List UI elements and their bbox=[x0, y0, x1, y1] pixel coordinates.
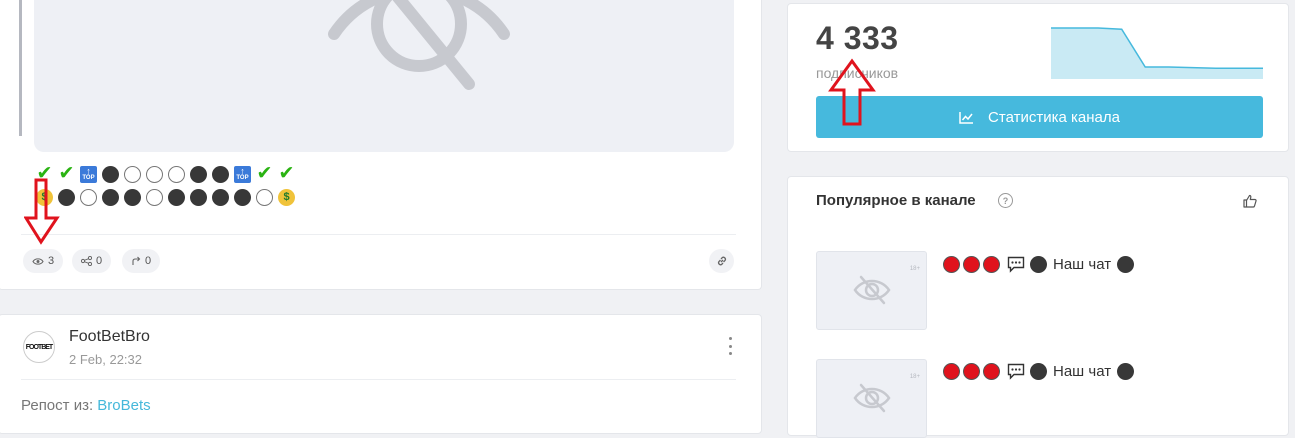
quote-bar bbox=[19, 0, 22, 136]
black-circle-emoji bbox=[1117, 255, 1135, 273]
emoji-row-1: ✔ ✔ ↑ TOP ↑ TOP ✔ ✔ bbox=[34, 163, 297, 184]
red-circle-emoji bbox=[983, 255, 1000, 273]
red-circle-emoji bbox=[943, 255, 960, 273]
thumbs-up-icon[interactable] bbox=[1243, 194, 1257, 208]
link-icon bbox=[717, 256, 726, 266]
shares-counter[interactable]: 0 bbox=[72, 249, 112, 273]
check-mark-emoji: ✔ bbox=[256, 163, 273, 184]
views-count: 3 bbox=[48, 255, 55, 267]
check-mark-emoji: ✔ bbox=[278, 163, 295, 184]
channel-avatar[interactable]: FOOTBET bbox=[23, 331, 55, 363]
avatar-text: FOOTBET bbox=[25, 343, 53, 351]
black-circle-emoji bbox=[190, 165, 207, 183]
eye-icon bbox=[32, 257, 44, 265]
eye-slash-icon bbox=[328, 0, 510, 90]
post-card-2: FOOTBET FootBetBro 2 Feb, 22:32 Репост и… bbox=[0, 314, 762, 434]
white-circle-emoji bbox=[168, 165, 185, 183]
top-arrow-emoji: ↑ TOP bbox=[80, 165, 97, 183]
popular-item-thumbnail[interactable]: 18+ bbox=[816, 251, 927, 330]
repost-label: Репост из: bbox=[21, 397, 94, 414]
eye-slash-icon bbox=[853, 383, 891, 413]
reposts-count: 0 bbox=[145, 255, 152, 267]
help-icon[interactable]: ? bbox=[998, 193, 1013, 208]
copy-link-button[interactable] bbox=[709, 249, 734, 273]
subscribers-count: 4 333 bbox=[816, 20, 899, 56]
age-badge: 18+ bbox=[909, 266, 920, 272]
reposts-counter[interactable]: 0 bbox=[122, 249, 161, 273]
popular-item-text[interactable]: Наш чат bbox=[943, 361, 1135, 381]
speech-bubble-icon bbox=[1007, 256, 1025, 273]
popular-in-channel-card: Популярное в канале ? 18+ Наш чат 18+ На… bbox=[787, 176, 1289, 438]
forward-icon bbox=[132, 256, 141, 265]
black-circle-emoji bbox=[234, 188, 251, 206]
channel-stats-button[interactable]: Статистика канала bbox=[816, 96, 1263, 138]
black-circle-emoji bbox=[1030, 362, 1047, 380]
popular-title: Популярное в канале bbox=[816, 192, 976, 209]
emoji-row-2: $ $ bbox=[34, 188, 297, 206]
popular-item-thumbnail[interactable]: 18+ bbox=[816, 359, 927, 438]
popular-item-label: Наш чат bbox=[1053, 255, 1112, 273]
red-circle-emoji bbox=[963, 362, 980, 380]
red-circle-emoji bbox=[943, 362, 960, 380]
repost-line: Репост из: BroBets bbox=[21, 397, 151, 414]
annotation-arrow-up-icon bbox=[828, 58, 876, 126]
top-arrow-emoji: ↑ TOP bbox=[234, 165, 251, 183]
divider bbox=[21, 379, 736, 380]
white-circle-emoji bbox=[124, 165, 141, 183]
red-circle-emoji bbox=[963, 255, 980, 273]
hidden-media-placeholder[interactable] bbox=[34, 0, 734, 152]
black-circle-emoji bbox=[168, 188, 185, 206]
popular-item-text[interactable]: Наш чат bbox=[943, 254, 1135, 274]
black-circle-emoji bbox=[1030, 255, 1047, 273]
black-circle-emoji bbox=[190, 188, 207, 206]
white-circle-emoji bbox=[256, 188, 273, 206]
white-circle-emoji bbox=[146, 165, 163, 183]
black-circle-emoji bbox=[124, 188, 141, 206]
subscribers-sparkline bbox=[1051, 27, 1263, 79]
views-counter[interactable]: 3 bbox=[23, 249, 64, 273]
shares-count: 0 bbox=[96, 255, 103, 267]
black-circle-emoji bbox=[102, 165, 119, 183]
post-date: 2 Feb, 22:32 bbox=[69, 352, 142, 367]
channel-stats-label: Статистика канала bbox=[988, 108, 1120, 126]
money-face-emoji: $ bbox=[278, 188, 295, 206]
popular-item-label: Наш чат bbox=[1053, 362, 1112, 380]
share-icon bbox=[81, 256, 92, 266]
repost-source-link[interactable]: BroBets bbox=[97, 397, 150, 414]
post-card: ✔ ✔ ↑ TOP ↑ TOP ✔ ✔ $ $ 3 0 0 bbox=[0, 0, 762, 290]
black-circle-emoji bbox=[212, 188, 229, 206]
annotation-arrow-down-icon bbox=[24, 178, 60, 245]
more-options-icon[interactable] bbox=[727, 337, 733, 355]
white-circle-emoji bbox=[146, 188, 163, 206]
eye-slash-icon bbox=[853, 275, 891, 305]
divider bbox=[21, 234, 736, 235]
red-circle-emoji bbox=[983, 362, 1000, 380]
channel-name[interactable]: FootBetBro bbox=[69, 328, 150, 346]
speech-bubble-icon bbox=[1007, 363, 1025, 380]
black-circle-emoji bbox=[58, 188, 75, 206]
black-circle-emoji bbox=[102, 188, 119, 206]
black-circle-emoji bbox=[1117, 362, 1135, 380]
age-badge: 18+ bbox=[909, 374, 920, 380]
sparkline-area bbox=[1051, 28, 1263, 79]
white-circle-emoji bbox=[80, 188, 97, 206]
black-circle-emoji bbox=[212, 165, 229, 183]
chart-line-icon bbox=[959, 111, 974, 124]
